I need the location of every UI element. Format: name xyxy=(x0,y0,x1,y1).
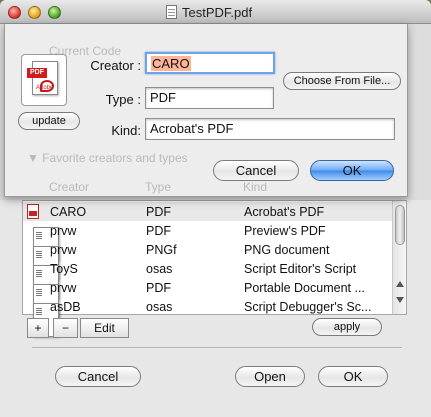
cancel-button[interactable]: Cancel xyxy=(55,366,141,387)
apply-button[interactable]: apply xyxy=(312,318,382,336)
zoom-window-button[interactable] xyxy=(48,6,61,19)
type-field[interactable]: PDF xyxy=(145,87,274,109)
choose-from-file-button[interactable]: Choose From File... xyxy=(283,72,401,90)
type-cell: osas xyxy=(146,300,173,314)
divider xyxy=(32,347,402,348)
list-item[interactable]: asDB osas Script Debugger's Sc... xyxy=(23,297,393,337)
vertical-scrollbar[interactable] xyxy=(392,201,406,314)
list-item[interactable]: prvw PNGf PNG document xyxy=(23,240,393,280)
edit-button[interactable]: Edit xyxy=(80,318,129,338)
kind-cell: Portable Document ... xyxy=(244,281,365,295)
pdf-icon xyxy=(27,204,39,219)
open-button[interactable]: Open xyxy=(235,366,305,387)
type-cell: PDF xyxy=(146,205,171,219)
ghost-type-header: Type xyxy=(145,180,172,194)
kind-cell: Acrobat's PDF xyxy=(244,205,325,219)
pdf-document-icon: PDF Adobe xyxy=(27,61,58,95)
kind-field[interactable]: Acrobat's PDF xyxy=(145,118,395,140)
creator-cell: prvw xyxy=(50,243,77,257)
main-window: TestPDF.pdf CARO PDF Acrobat's PDF prvw … xyxy=(0,0,431,417)
file-type-icon: PDF Adobe xyxy=(21,54,67,106)
ok-button[interactable]: OK xyxy=(318,366,388,387)
creator-cell: prvw xyxy=(50,281,77,295)
ghost-favorites-section: ▼ Favorite creators and types xyxy=(27,151,188,165)
edit-code-sheet: Current Code ▼ Favorite creators and typ… xyxy=(4,24,408,197)
creator-cell: prvw xyxy=(50,224,77,238)
remove-button[interactable]: − xyxy=(53,318,78,338)
list-item[interactable]: CARO PDF Acrobat's PDF xyxy=(23,202,393,221)
kind-cell: PNG document xyxy=(244,243,330,257)
minimize-window-button[interactable] xyxy=(28,6,41,19)
update-button[interactable]: update xyxy=(18,112,80,130)
document-icon xyxy=(166,5,177,19)
ghost-kind-header: Kind xyxy=(243,180,268,194)
type-label: Type : xyxy=(105,92,141,107)
kind-label: Kind: xyxy=(111,123,141,138)
adobe-caption: Adobe xyxy=(36,85,54,91)
scroll-up-arrow-icon[interactable] xyxy=(396,281,404,287)
list-item[interactable]: ToyS osas Script Editor's Script xyxy=(23,259,393,299)
creator-label: Creator : xyxy=(90,58,141,73)
creator-cell: CARO xyxy=(50,205,87,219)
add-button[interactable]: + xyxy=(27,318,49,338)
type-cell: osas xyxy=(146,262,173,276)
type-cell: PDF xyxy=(146,281,171,295)
title-bar[interactable]: TestPDF.pdf xyxy=(0,0,431,24)
type-cell: PDF xyxy=(146,224,171,238)
pdf-band: PDF xyxy=(27,68,47,78)
creator-cell: ToyS xyxy=(50,262,78,276)
creator-value: CARO xyxy=(151,56,191,71)
list-item[interactable]: prvw PDF Portable Document ... xyxy=(23,278,393,318)
window-title: TestPDF.pdf xyxy=(182,5,253,20)
scrollbar-thumb[interactable] xyxy=(395,205,405,245)
sheet-cancel-button[interactable]: Cancel xyxy=(213,160,299,181)
ghost-creator-header: Creator xyxy=(49,180,90,194)
kind-cell: Preview's PDF xyxy=(244,224,326,238)
creator-cell: asDB xyxy=(50,300,81,314)
list-item[interactable]: prvw PDF Preview's PDF xyxy=(23,221,393,261)
sheet-ok-button[interactable]: OK xyxy=(310,160,394,181)
scroll-down-arrow-icon[interactable] xyxy=(396,297,404,303)
kind-cell: Script Debugger's Sc... xyxy=(244,300,372,314)
kind-cell: Script Editor's Script xyxy=(244,262,357,276)
close-window-button[interactable] xyxy=(8,6,21,19)
creator-field[interactable]: CARO xyxy=(145,52,275,74)
favorites-list[interactable]: CARO PDF Acrobat's PDF prvw PDF Preview'… xyxy=(22,200,407,337)
type-cell: PNGf xyxy=(146,243,177,257)
